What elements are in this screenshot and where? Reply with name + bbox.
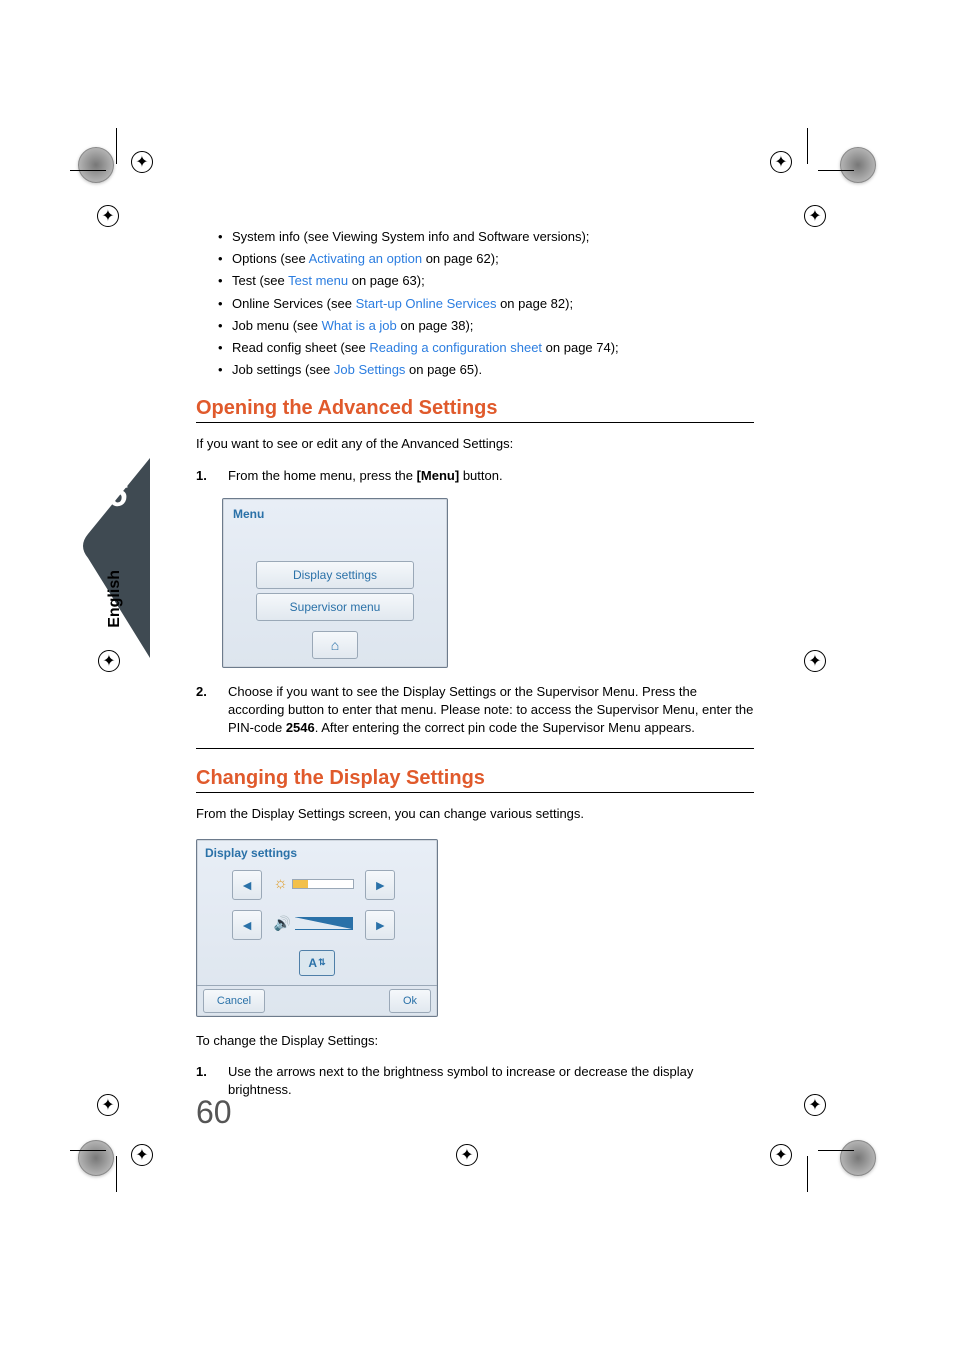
ok-button: Ok: [389, 989, 431, 1013]
step-number: 2.: [196, 683, 207, 701]
pin-code: 2546: [286, 720, 315, 735]
supervisor-menu-button: Supervisor menu: [256, 593, 414, 621]
list-item: Job settings (see Job Settings on page 6…: [232, 361, 754, 379]
chapter-tab: 6: [78, 458, 150, 658]
arrow-left-icon: ◄: [232, 870, 262, 900]
brightness-row: ◄ ☼ ►: [232, 870, 402, 904]
register-mark-br: ✦: [770, 1144, 792, 1166]
outro-text: To change the Display Settings:: [196, 1032, 754, 1050]
list-item: Test (see Test menu on page 63);: [232, 272, 754, 290]
arrow-left-icon: ◄: [232, 910, 262, 940]
step-number: 1.: [196, 467, 207, 485]
home-icon: ⌂: [312, 631, 358, 659]
step-item: 1. From the home menu, press the [Menu] …: [196, 467, 754, 485]
crop-hair: [116, 1156, 117, 1192]
list-item: Online Services (see Start-up Online Ser…: [232, 295, 754, 313]
crop-hair: [116, 128, 117, 164]
volume-ramp-icon: [295, 917, 353, 930]
printer-dot-br: [840, 1140, 876, 1176]
link-job-settings[interactable]: Job Settings: [334, 362, 406, 377]
language-row: A⇅: [232, 950, 402, 984]
printer-dot-tl: [78, 147, 114, 183]
intro-text-2: From the Display Settings screen, you ca…: [196, 805, 754, 823]
link-reading-config-sheet[interactable]: Reading a configuration sheet: [369, 340, 542, 355]
display-settings-screenshot: Display settings ◄ ☼ ► ◄ 🔊 ► A⇅: [196, 839, 438, 1017]
link-online-services[interactable]: Start-up Online Services: [356, 296, 497, 311]
step-item: 1. Use the arrows next to the brightness…: [196, 1063, 754, 1098]
printer-dot-bl: [78, 1140, 114, 1176]
brightness-icon: ☼: [273, 875, 288, 893]
mock-title: Menu: [233, 507, 264, 521]
register-mark-br2: ✦: [804, 1094, 826, 1116]
display-settings-button: Display settings: [256, 561, 414, 589]
volume-row: ◄ 🔊 ►: [232, 910, 402, 944]
register-mark-bl: ✦: [131, 1144, 153, 1166]
list-item: Read config sheet (see Reading a configu…: [232, 339, 754, 357]
intro-text: If you want to see or edit any of the An…: [196, 435, 754, 453]
brightness-bar: [292, 879, 354, 889]
list-item: Job menu (see What is a job on page 38);: [232, 317, 754, 335]
step-item: 2. Choose if you want to see the Display…: [196, 683, 754, 736]
crop-hair: [807, 1156, 808, 1192]
heading-changing-display: Changing the Display Settings: [196, 767, 754, 793]
register-mark-bl2: ✦: [97, 1094, 119, 1116]
volume-icon: 🔊: [274, 915, 291, 932]
crop-hair: [818, 170, 854, 171]
crop-hair: [807, 128, 808, 164]
chapter-number: 6: [109, 476, 129, 514]
printer-dot-tr: [840, 147, 876, 183]
section-divider: [196, 748, 754, 749]
crop-hair: [70, 1150, 106, 1151]
feature-bullet-list: System info (see Viewing System info and…: [196, 228, 754, 379]
step-number: 1.: [196, 1063, 207, 1081]
link-activating-option[interactable]: Activating an option: [309, 251, 422, 266]
language-label: English: [106, 570, 124, 628]
menu-button-label: [Menu]: [417, 468, 460, 483]
register-mark-mr: ✦: [804, 650, 826, 672]
list-item: Options (see Activating an option on pag…: [232, 250, 754, 268]
language-icon: A⇅: [299, 950, 335, 976]
menu-screenshot: Menu Display settings Supervisor menu ⌂: [222, 498, 448, 668]
register-mark-tr: ✦: [770, 151, 792, 173]
link-what-is-a-job[interactable]: What is a job: [322, 318, 397, 333]
arrow-right-icon: ►: [365, 870, 395, 900]
link-test-menu[interactable]: Test menu: [288, 273, 348, 288]
list-item: System info (see Viewing System info and…: [232, 228, 754, 246]
crop-hair: [70, 170, 106, 171]
register-mark-tl: ✦: [131, 151, 153, 173]
page-number: 60: [196, 1094, 232, 1131]
heading-opening-advanced: Opening the Advanced Settings: [196, 397, 754, 423]
cancel-button: Cancel: [203, 989, 265, 1013]
arrow-right-icon: ►: [365, 910, 395, 940]
mock-title-2: Display settings: [205, 846, 297, 860]
register-mark-tl2: ✦: [97, 205, 119, 227]
register-mark-tr2: ✦: [804, 205, 826, 227]
crop-hair: [818, 1150, 854, 1151]
register-mark-bc: ✦: [456, 1144, 478, 1166]
